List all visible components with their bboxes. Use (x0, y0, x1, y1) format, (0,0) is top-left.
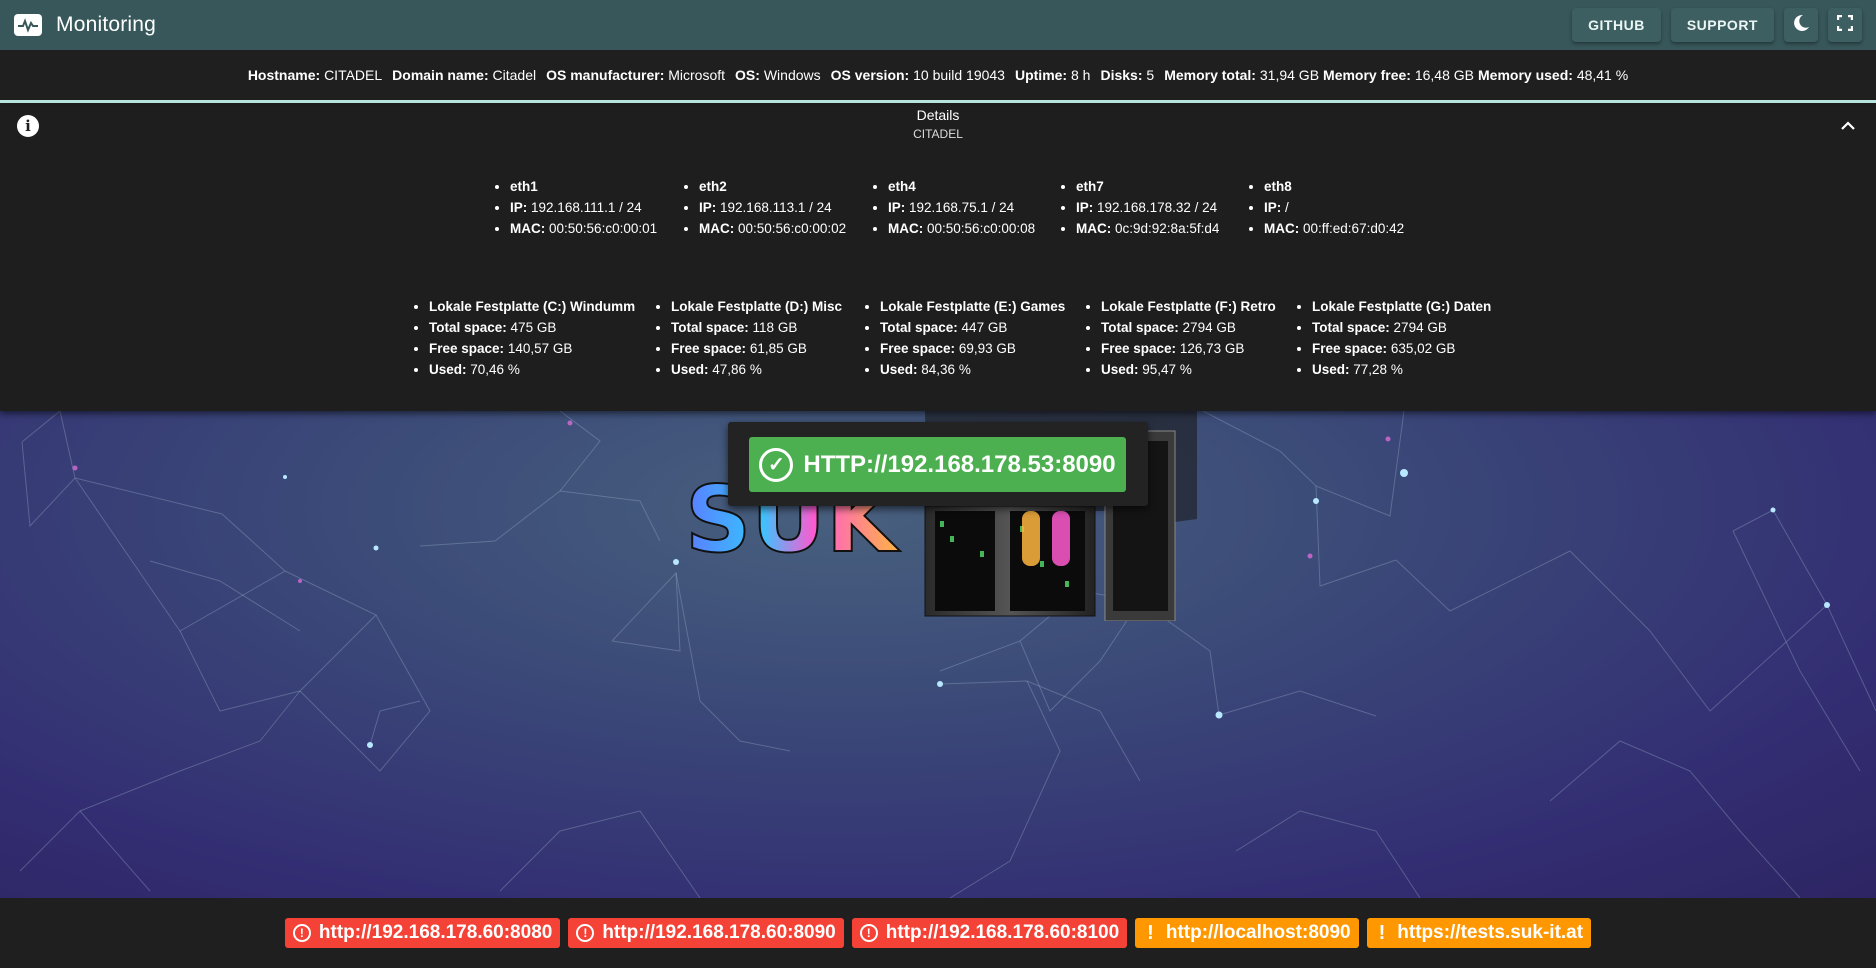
interface-item: eth7 IP: 192.168.178.32 / 24 MAC: 0c:9d:… (1058, 176, 1219, 239)
pulse-icon (14, 14, 42, 36)
sysinfo-os-manufacturer: OS manufacturer: Microsoft (546, 67, 726, 83)
service-link-warning[interactable]: ! https://tests.suk-it.at (1366, 918, 1592, 948)
interface-item: eth4 IP: 192.168.75.1 / 24 MAC: 00:50:56… (870, 176, 1035, 239)
app-title: Monitoring (56, 13, 157, 36)
details-subtitle: CITADEL (913, 127, 963, 141)
interface-item: eth8 IP: / MAC: 00:ff:ed:67:d0:42 (1246, 176, 1404, 239)
disk-item: Lokale Festplatte (E:) Games Total space… (862, 296, 1065, 380)
sysinfo-memory-free: Memory free: 16,48 GB (1323, 67, 1474, 83)
support-button[interactable]: SUPPORT (1670, 8, 1774, 42)
moon-icon (1791, 13, 1811, 38)
sysinfo-uptime: Uptime: 8 h (1014, 67, 1091, 83)
alert-circle-icon: ! (859, 924, 878, 942)
chevron-up-icon[interactable] (1840, 116, 1856, 137)
sysinfo-memory-used: Memory used: 48,41 % (1478, 67, 1629, 83)
service-link-warning[interactable]: ! http://localhost:8090 (1135, 918, 1359, 948)
service-link-error[interactable]: ! http://192.168.178.60:8100 (851, 918, 1128, 948)
alert-circle-icon: ! (576, 924, 595, 942)
disk-item: Lokale Festplatte (F:) Retro Total space… (1083, 296, 1276, 380)
sysinfo-memory-total: Memory total: 31,94 GB (1164, 67, 1320, 83)
sysinfo-disks: Disks: 5 (1100, 67, 1155, 83)
app-bar: Monitoring GITHUB SUPPORT (0, 0, 1876, 50)
exclamation-icon: ! (1147, 921, 1154, 944)
details-panel: i Details CITADEL eth1 IP: 192.168.111.1… (0, 106, 1876, 411)
alert-circle-icon: ! (292, 924, 311, 942)
disk-item: Lokale Festplatte (G:) Daten Total space… (1294, 296, 1491, 380)
main-status-badge[interactable]: ✓ HTTP://192.168.178.53:8090 (749, 437, 1126, 492)
disk-item: Lokale Festplatte (D:) Misc Total space:… (653, 296, 842, 380)
exclamation-icon: ! (1378, 921, 1386, 944)
interface-item: eth1 IP: 192.168.111.1 / 24 MAC: 00:50:5… (492, 176, 657, 239)
fullscreen-icon (1836, 14, 1854, 36)
status-footer: ! http://192.168.178.60:8080 ! http://19… (0, 898, 1876, 968)
sysinfo-os-version: OS version: 10 build 19043 (830, 67, 1005, 83)
theme-toggle-button[interactable] (1784, 8, 1818, 42)
sysinfo-hostname: Hostname: CITADEL (247, 67, 383, 83)
sysinfo-os: OS: Windows (735, 67, 821, 83)
disk-item: Lokale Festplatte (C:) Windumm Total spa… (411, 296, 635, 380)
interface-item: eth2 IP: 192.168.113.1 / 24 MAC: 00:50:5… (681, 176, 846, 239)
service-link-error[interactable]: ! http://192.168.178.60:8080 (284, 918, 561, 948)
details-title: Details (916, 107, 960, 123)
service-link-error[interactable]: ! http://192.168.178.60:8090 (568, 918, 844, 948)
main-status-url: HTTP://192.168.178.53:8090 (803, 450, 1116, 478)
fullscreen-button[interactable] (1828, 8, 1862, 42)
check-circle-icon: ✓ (759, 447, 794, 482)
sysinfo-domain: Domain name: Citadel (392, 67, 537, 83)
system-info-bar: Hostname: CITADEL Domain name: Citadel O… (0, 50, 1876, 103)
github-button[interactable]: GITHUB (1572, 8, 1661, 42)
